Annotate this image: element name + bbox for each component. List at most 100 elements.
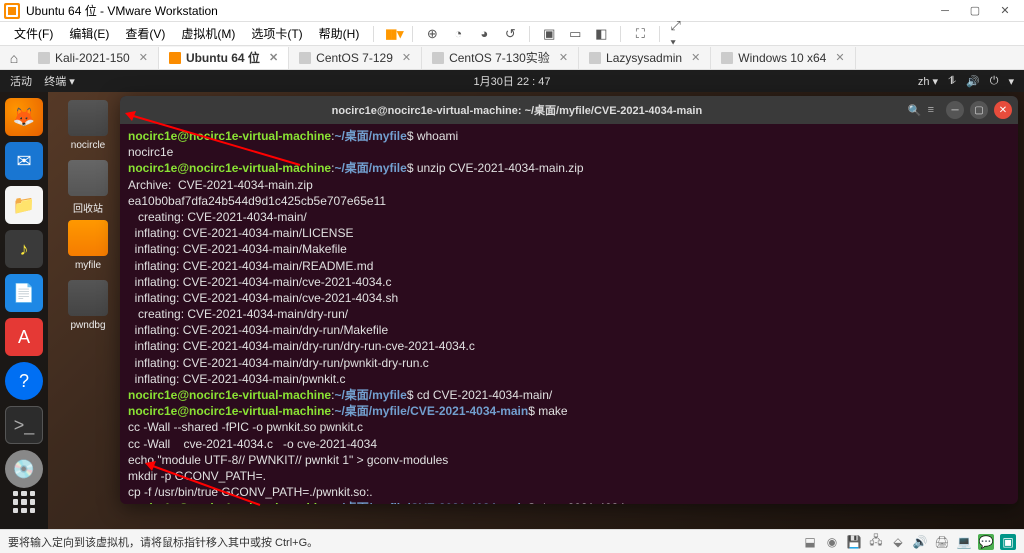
home-tab-icon[interactable]: ⌂ bbox=[6, 50, 22, 66]
separator bbox=[373, 26, 374, 42]
view-unity-icon[interactable]: ◧ bbox=[592, 25, 610, 43]
input-method-icon[interactable]: zh ▾ bbox=[918, 75, 938, 88]
tab-label: CentOS 7-129 bbox=[316, 51, 393, 65]
search-icon[interactable]: 🔍 bbox=[908, 104, 922, 117]
vm-display[interactable]: 活动 终端 ▾ 1月30日 22 : 47 zh ▾ ⥮ 🔊 ⏻ ▾ 🦊 ✉ 📁… bbox=[0, 70, 1024, 529]
fullscreen-icon[interactable]: ⛶ bbox=[631, 25, 649, 43]
thunderbird-icon[interactable]: ✉ bbox=[5, 142, 43, 180]
close-icon[interactable]: ✕ bbox=[269, 51, 278, 64]
vmtools-icon[interactable]: ▣ bbox=[1000, 534, 1016, 550]
close-button[interactable]: ✕ bbox=[990, 1, 1020, 21]
desktop-trash[interactable]: 回收站 bbox=[60, 160, 116, 215]
app-menu[interactable]: 终端 ▾ bbox=[44, 76, 75, 88]
pause-icon[interactable]: ▮▮ ▾ bbox=[384, 25, 402, 43]
separator bbox=[620, 26, 621, 42]
terminal-titlebar[interactable]: nocirc1e@nocirc1e-virtual-machine: ~/桌面/… bbox=[120, 96, 1018, 124]
close-icon[interactable]: ✕ bbox=[835, 51, 844, 64]
close-icon[interactable]: ✕ bbox=[139, 51, 148, 64]
vm-icon bbox=[299, 52, 311, 64]
maximize-button[interactable]: ▢ bbox=[960, 1, 990, 21]
vmware-logo-icon bbox=[4, 3, 20, 19]
terminal-body[interactable]: nocirc1e@nocirc1e-virtual-machine:~/桌面/m… bbox=[120, 124, 1018, 504]
terminal-close-icon[interactable]: ✕ bbox=[994, 101, 1012, 119]
desktop-label: pwndbg bbox=[70, 320, 105, 331]
system-menu-icon[interactable]: ▾ bbox=[1008, 75, 1014, 88]
view-thumbnail-icon[interactable]: ▣ bbox=[540, 25, 558, 43]
tab-centos-129[interactable]: CentOS 7-129 ✕ bbox=[289, 47, 422, 69]
terminal-icon[interactable]: >_ bbox=[5, 406, 43, 444]
terminal-line: inflating: CVE-2021-4034-main/dry-run/dr… bbox=[128, 338, 1010, 354]
display-icon[interactable]: 💻 bbox=[956, 534, 972, 550]
network-adapter-icon[interactable]: 🖧 bbox=[868, 534, 884, 550]
terminal-maximize-icon[interactable]: ▢ bbox=[970, 101, 988, 119]
activities-button[interactable]: 活动 bbox=[10, 76, 32, 88]
close-icon[interactable]: ✕ bbox=[402, 51, 411, 64]
show-apps-icon[interactable] bbox=[5, 483, 43, 521]
printer-icon[interactable]: 🖨 bbox=[934, 534, 950, 550]
terminal-line: inflating: CVE-2021-4034-main/README.md bbox=[128, 258, 1010, 274]
folder-icon bbox=[68, 100, 108, 136]
tab-label: Lazysysadmin bbox=[606, 51, 682, 65]
battery-icon[interactable]: ⏻ bbox=[990, 75, 999, 88]
usb-icon[interactable]: ⬙ bbox=[890, 534, 906, 550]
message-icon[interactable]: 💬 bbox=[978, 534, 994, 550]
rhythmbox-icon[interactable]: ♪ bbox=[5, 230, 43, 268]
vm-icon bbox=[589, 52, 601, 64]
close-icon[interactable]: ✕ bbox=[559, 51, 568, 64]
files-icon[interactable]: 📁 bbox=[5, 186, 43, 224]
close-icon[interactable]: ✕ bbox=[691, 51, 700, 64]
menu-edit[interactable]: 编辑(E) bbox=[61, 25, 117, 42]
terminal-line: inflating: CVE-2021-4034-main/LICENSE bbox=[128, 225, 1010, 241]
terminal-window[interactable]: nocirc1e@nocirc1e-virtual-machine: ~/桌面/… bbox=[120, 96, 1018, 504]
stretch-icon[interactable]: ⤢ ▾ bbox=[670, 25, 688, 43]
terminal-line: mkdir -p GCONV_PATH=. bbox=[128, 468, 1010, 484]
terminal-line: cc -Wall --shared -fPIC -o pwnkit.so pwn… bbox=[128, 419, 1010, 435]
help-icon[interactable]: ? bbox=[5, 362, 43, 400]
desktop-folder-myfile[interactable]: myfile bbox=[60, 220, 116, 271]
send-ctrl-alt-del-icon[interactable]: ⊕ bbox=[423, 25, 441, 43]
vmware-statusbar: 要将输入定向到该虚拟机，请将鼠标指针移入其中或按 Ctrl+G。 ⬓ ◉ 💾 🖧… bbox=[0, 529, 1024, 553]
tab-ubuntu[interactable]: Ubuntu 64 位 ✕ bbox=[159, 47, 289, 69]
vmware-title: Ubuntu 64 位 - VMware Workstation bbox=[26, 2, 930, 19]
terminal-line: inflating: CVE-2021-4034-main/cve-2021-4… bbox=[128, 290, 1010, 306]
libreoffice-icon[interactable]: 📄 bbox=[5, 274, 43, 312]
menu-help[interactable]: 帮助(H) bbox=[311, 25, 368, 42]
menu-view[interactable]: 查看(V) bbox=[117, 25, 173, 42]
separator bbox=[529, 26, 530, 42]
tab-label: Ubuntu 64 位 bbox=[186, 49, 260, 66]
terminal-line: ea10b0baf7dfa24b544d9d1c425cb5e707e65e11 bbox=[128, 193, 1010, 209]
desktop-folder-pwndbg[interactable]: pwndbg bbox=[60, 280, 116, 331]
terminal-minimize-icon[interactable]: ─ bbox=[946, 101, 964, 119]
folder-icon bbox=[68, 220, 108, 256]
minimize-button[interactable]: ─ bbox=[930, 1, 960, 21]
desktop-folder-nocircle[interactable]: nocircle bbox=[60, 100, 116, 151]
revert-icon[interactable]: ↺ bbox=[501, 25, 519, 43]
snapshot-icon[interactable]: ◔ bbox=[449, 25, 467, 43]
ubuntu-dock: 🦊 ✉ 📁 ♪ 📄 A ? >_ 💿 bbox=[0, 92, 48, 529]
network-icon[interactable]: ⥮ bbox=[948, 75, 956, 88]
vm-icon bbox=[721, 52, 733, 64]
desktop-label: 回收站 bbox=[73, 204, 103, 215]
tab-windows[interactable]: Windows 10 x64✕ bbox=[711, 47, 855, 69]
view-console-icon[interactable]: ▭ bbox=[566, 25, 584, 43]
firefox-icon[interactable]: 🦊 bbox=[5, 98, 43, 136]
sound-icon[interactable]: 🔊 bbox=[912, 534, 928, 550]
clock[interactable]: 1月30日 22 : 47 bbox=[345, 73, 680, 89]
menu-file[interactable]: 文件(F) bbox=[6, 25, 61, 42]
hdd-icon[interactable]: ⬓ bbox=[802, 534, 818, 550]
software-icon[interactable]: A bbox=[5, 318, 43, 356]
floppy-icon[interactable]: 💾 bbox=[846, 534, 862, 550]
terminal-line: inflating: CVE-2021-4034-main/dry-run/pw… bbox=[128, 355, 1010, 371]
volume-icon[interactable]: 🔊 bbox=[966, 75, 980, 88]
snapshot-manager-icon[interactable]: ◕ bbox=[475, 25, 493, 43]
cd-icon[interactable]: ◉ bbox=[824, 534, 840, 550]
status-text: 要将输入定向到该虚拟机，请将鼠标指针移入其中或按 Ctrl+G。 bbox=[8, 534, 802, 550]
tab-centos-130[interactable]: CentOS 7-130实验✕ bbox=[422, 47, 579, 69]
tab-lazysysadmin[interactable]: Lazysysadmin ✕ bbox=[579, 47, 711, 69]
vmware-titlebar: Ubuntu 64 位 - VMware Workstation ─ ▢ ✕ bbox=[0, 0, 1024, 22]
separator bbox=[412, 26, 413, 42]
menu-tabs[interactable]: 选项卡(T) bbox=[243, 25, 310, 42]
hamburger-icon[interactable]: ≡ bbox=[928, 104, 934, 116]
tab-kali[interactable]: Kali-2021-150✕ bbox=[28, 47, 159, 69]
menu-vm[interactable]: 虚拟机(M) bbox=[173, 25, 243, 42]
